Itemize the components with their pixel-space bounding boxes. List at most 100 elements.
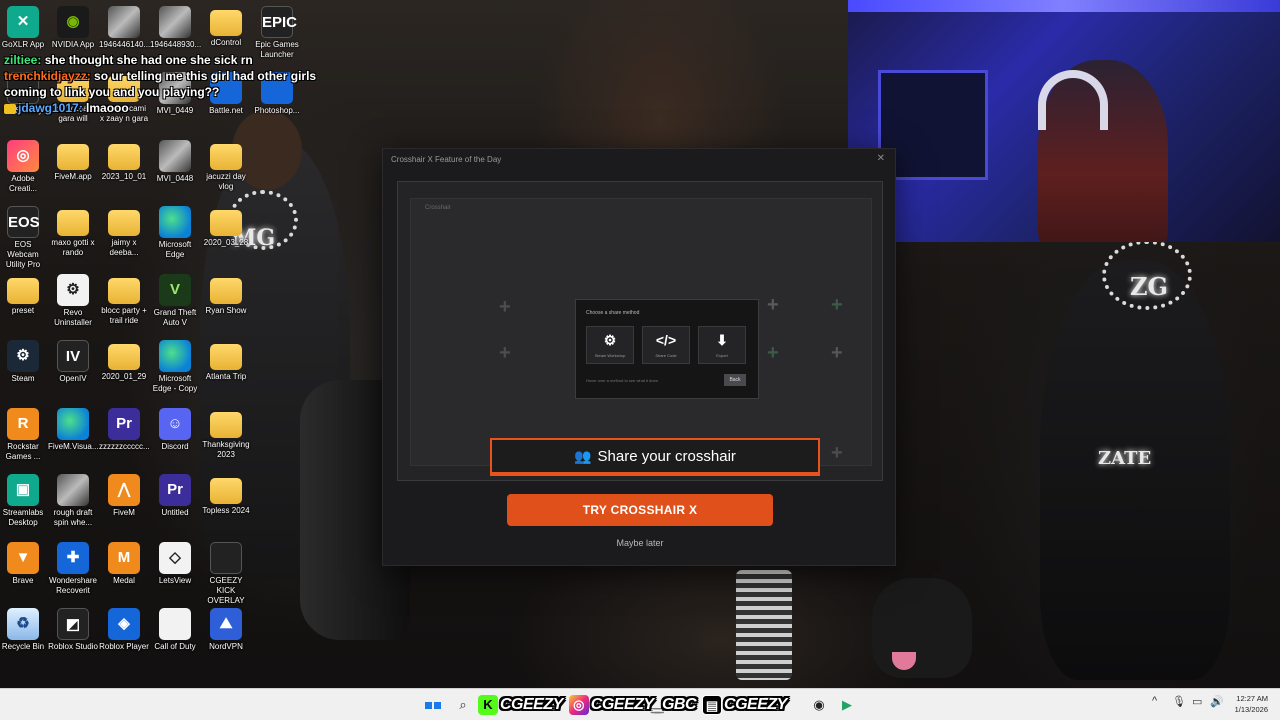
desktop-icon-label: Brave xyxy=(12,576,34,585)
desktop-icon[interactable]: preset xyxy=(0,274,48,316)
crosshair-preview-icon: + xyxy=(499,296,511,318)
folder-icon xyxy=(210,478,242,504)
obs-icon[interactable]: ◉ xyxy=(808,694,830,716)
chevron-up-icon[interactable]: ^ xyxy=(1152,695,1157,707)
desktop-icon[interactable]: 2020_03_28 xyxy=(201,206,251,248)
volume-icon[interactable]: 🔊 xyxy=(1210,695,1224,708)
close-icon[interactable]: ✕ xyxy=(877,153,885,164)
desktop-icon[interactable]: 2023_10_01 xyxy=(99,140,149,182)
desktop-icon-label: jaimy x deeba... xyxy=(109,238,139,257)
social-handles-strip: K CGEEZY ◎ CGEEZY_GBC ▤ CGEEZY xyxy=(478,691,793,719)
roblox-player-icon: ◈ xyxy=(108,608,140,640)
desktop-icon[interactable]: Microsoft Edge xyxy=(150,206,200,260)
desktop-icon[interactable]: ▼ Brave xyxy=(0,542,48,586)
network-icon[interactable]: ▭ xyxy=(1192,695,1202,708)
desktop-icon-label: MVI_0448 xyxy=(156,174,194,183)
share-crosshair-banner: 👥 Share your crosshair xyxy=(490,438,820,476)
desktop-icon[interactable]: Call of Duty xyxy=(150,608,200,652)
desktop-icon[interactable]: EOS EOS Webcam Utility Pro xyxy=(0,206,48,270)
share-option-steam-workshop[interactable]: ⚙ Steam Workshop xyxy=(586,326,634,364)
code-icon: </> xyxy=(655,332,677,348)
folder-icon xyxy=(210,412,242,438)
desktop-icon[interactable]: M Medal xyxy=(99,542,149,586)
app-taskbar-icon[interactable]: ▶ xyxy=(836,694,858,716)
desktop-icon[interactable]: ◈ Roblox Player xyxy=(99,608,149,652)
desktop-icon-label: Wondershare Recoverit xyxy=(49,576,97,595)
desktop-icon[interactable]: blocc party + trail ride xyxy=(99,274,149,326)
desktop-icon-label: Roblox Studio xyxy=(48,642,98,651)
desktop-icon[interactable]: dControl xyxy=(201,6,251,48)
crosshair-preview-icon: + xyxy=(767,342,779,364)
desktop-icon-label: FiveM.app xyxy=(54,172,92,181)
medal-icon: M xyxy=(108,542,140,574)
desktop-icon[interactable]: 2020_01_29 xyxy=(99,340,149,382)
windows-start-icon[interactable] xyxy=(422,694,444,716)
maybe-later-link[interactable]: Maybe later xyxy=(383,538,897,548)
instagram-icon: ◎ xyxy=(568,695,589,715)
steam-icon: ⚙ xyxy=(603,332,617,348)
desktop-icon[interactable]: MVI_0448 xyxy=(150,140,200,184)
desktop-icon[interactable]: Pr zzzzzzccccc... xyxy=(99,408,150,452)
desktop-icon[interactable]: ⛰ NordVPN xyxy=(201,608,251,652)
desktop-icon[interactable]: ☺ Discord xyxy=(150,408,200,452)
desktop-icon[interactable]: 1946446140... xyxy=(99,6,150,50)
system-clock[interactable]: 12:27 AM 1/13/2026 xyxy=(1235,693,1268,715)
try-crosshair-x-button[interactable]: TRY CROSSHAIR X xyxy=(507,494,773,526)
desktop-icon-label: Roblox Player xyxy=(99,642,149,651)
social-handle-kick: K CGEEZY xyxy=(478,695,563,715)
desktop-icon[interactable]: ◎ Adobe Creati... xyxy=(0,140,48,194)
desktop-icon[interactable]: ◩ Roblox Studio xyxy=(48,608,98,652)
desktop-icon[interactable]: Thanksgiving 2023 xyxy=(201,408,251,460)
desktop-icon[interactable]: ♻ Recycle Bin xyxy=(0,608,48,652)
search-icon[interactable]: ⌕ xyxy=(452,694,474,716)
desktop-icon-label: Steam xyxy=(11,374,35,383)
desktop-icon-label: NordVPN xyxy=(209,642,243,651)
desktop-icon[interactable]: FiveM.Visua... xyxy=(48,408,99,452)
share-option-export[interactable]: ⬇ Export xyxy=(698,326,746,364)
wallpaper-figure-right xyxy=(1040,260,1230,680)
wallpaper-car-grille xyxy=(736,570,792,680)
desktop-icon[interactable]: FiveM.app xyxy=(48,140,98,182)
kick-icon: K xyxy=(478,695,498,715)
desktop-icon[interactable]: Topless 2024 xyxy=(201,474,251,516)
desktop-icon[interactable]: maxo gotti x rando xyxy=(48,206,98,258)
desktop-icon[interactable]: ◇ LetsView xyxy=(150,542,200,586)
desktop-icon[interactable]: ▣ Streamlabs Desktop xyxy=(0,474,48,528)
stream-chat-overlay: ziltiee: she thought she had one she sic… xyxy=(4,52,334,116)
social-handle-text: CGEEZY xyxy=(724,696,787,713)
microphone-icon[interactable]: 🎙 xyxy=(1172,695,1186,708)
share-option-share-code[interactable]: </> Share Code xyxy=(642,326,690,364)
desktop-icon-label: CGEEZY KICK OVERLAY xyxy=(207,576,245,605)
desktop-icon[interactable]: jaimy x deeba... xyxy=(99,206,149,258)
chat-message: ziltiee: she thought she had one she sic… xyxy=(4,52,334,68)
desktop-icon[interactable]: Ryan Show xyxy=(201,274,251,316)
desktop-icon-label: rough draft spin whe... xyxy=(53,508,93,527)
dialog-title: Crosshair X Feature of the Day xyxy=(391,155,502,164)
desktop-icon-label: GoXLR App xyxy=(1,40,45,49)
desktop-icon[interactable]: CGEEZY KICK OVERLAY xyxy=(201,542,251,606)
desktop-icon[interactable]: Pr Untitled xyxy=(150,474,200,518)
desktop-icon[interactable]: ✕ GoXLR App xyxy=(0,6,48,50)
desktop-icon[interactable]: Atlanta Trip xyxy=(201,340,251,382)
folder-icon xyxy=(7,278,39,304)
desktop-icon[interactable]: ⚙ Steam xyxy=(0,340,48,384)
back-button[interactable]: Back xyxy=(724,374,746,386)
desktop-icon[interactable]: Microsoft Edge - Copy xyxy=(150,340,200,394)
desktop-icon[interactable]: IV OpenIV xyxy=(48,340,98,384)
desktop-icon[interactable]: R Rockstar Games ... xyxy=(0,408,48,462)
streamlabs-icon: ▣ xyxy=(7,474,39,506)
folder-icon xyxy=(57,210,89,236)
desktop-icon[interactable]: rough draft spin whe... xyxy=(48,474,98,528)
chat-username: trenchkidjayzz: xyxy=(4,69,91,83)
desktop-icon[interactable]: ⋀ FiveM xyxy=(99,474,149,518)
desktop-icon[interactable]: 1946448930... xyxy=(150,6,201,50)
desktop-icon[interactable]: V Grand Theft Auto V xyxy=(150,274,200,328)
desktop-icon-label: Recycle Bin xyxy=(1,642,45,651)
chat-text: she thought she had one she sick rn xyxy=(44,53,253,67)
desktop-icon[interactable]: ◉ NVIDIA App xyxy=(48,6,98,50)
video-thumb-icon xyxy=(159,140,191,172)
desktop-icon[interactable]: ✚ Wondershare Recoverit xyxy=(48,542,98,596)
desktop-icon[interactable]: ⚙ Revo Uninstaller xyxy=(48,274,98,328)
desktop-icon[interactable]: jacuzzi day vlog xyxy=(201,140,251,192)
desktop-icon-label: FiveM.Visua... xyxy=(48,442,99,451)
